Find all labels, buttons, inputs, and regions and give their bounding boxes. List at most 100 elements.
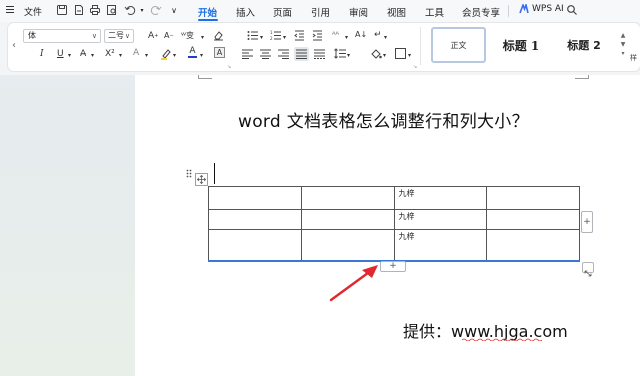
shading-icon[interactable] bbox=[370, 48, 382, 59]
justify-icon[interactable] bbox=[294, 47, 309, 61]
underline-icon[interactable]: U bbox=[57, 49, 64, 59]
superscript-dropdown-icon[interactable]: ▾ bbox=[119, 51, 122, 61]
tab-review[interactable]: 审阅 bbox=[349, 5, 368, 19]
distribute-icon[interactable] bbox=[314, 49, 325, 59]
align-left-icon[interactable] bbox=[242, 49, 253, 59]
table-cell[interactable]: 九梓 bbox=[393, 186, 488, 210]
print-icon[interactable] bbox=[89, 4, 101, 16]
redo-icon[interactable] bbox=[150, 4, 162, 16]
tab-page[interactable]: 页面 bbox=[273, 5, 292, 19]
font-dialog-launcher-icon[interactable]: ↘ bbox=[227, 62, 231, 72]
chinese-layout-icon[interactable]: ᴬᴬ bbox=[332, 30, 339, 40]
wps-ai-button[interactable]: WPS AI bbox=[519, 4, 564, 14]
chevron-down-icon: ∨ bbox=[124, 32, 130, 40]
phonetic-dropdown-icon[interactable]: ▾ bbox=[201, 33, 204, 43]
strikethrough-dropdown-icon[interactable]: ▾ bbox=[91, 51, 94, 61]
show-marks-icon[interactable]: ↵ bbox=[374, 30, 382, 40]
table-cell[interactable] bbox=[208, 209, 302, 230]
table-move-handle[interactable] bbox=[195, 173, 208, 186]
table-cell[interactable]: 九梓 bbox=[393, 209, 488, 230]
chevron-up-icon[interactable]: ▲ bbox=[621, 32, 626, 39]
border-icon[interactable] bbox=[395, 48, 406, 59]
shading-dropdown-icon[interactable]: ▾ bbox=[383, 51, 386, 61]
table-cell[interactable] bbox=[208, 186, 302, 210]
save-icon[interactable] bbox=[56, 4, 68, 16]
numbered-list-icon[interactable]: 12 bbox=[270, 30, 282, 41]
align-right-icon[interactable] bbox=[278, 49, 289, 59]
increase-font-icon[interactable]: A + bbox=[148, 31, 158, 41]
print-preview-icon[interactable] bbox=[106, 4, 118, 16]
table-cell[interactable] bbox=[486, 186, 580, 210]
table-row[interactable]: 九梓 bbox=[208, 209, 580, 230]
style-heading-1[interactable]: 标题 1 bbox=[495, 27, 547, 63]
show-marks-dropdown-icon[interactable]: ▾ bbox=[384, 33, 387, 43]
table-row[interactable]: 九梓 bbox=[208, 186, 580, 210]
table-cell[interactable] bbox=[486, 209, 580, 230]
style-pane-label[interactable]: 样 bbox=[630, 53, 637, 63]
ribbon-scroll-left-icon[interactable]: ‹ bbox=[12, 40, 16, 51]
tab-tools[interactable]: 工具 bbox=[425, 5, 444, 19]
page-margin-marker-right bbox=[575, 75, 589, 79]
search-icon[interactable] bbox=[566, 4, 578, 16]
phonetic-icon[interactable]: ᵂ变 bbox=[181, 31, 194, 41]
font-name-select[interactable]: 体 ∨ bbox=[23, 29, 101, 43]
expand-gallery-icon[interactable]: ▾ bbox=[621, 50, 624, 57]
sort-icon[interactable]: A↓ bbox=[355, 30, 367, 40]
tab-member[interactable]: 会员专享 bbox=[462, 5, 500, 19]
underline-dropdown-icon[interactable]: ▾ bbox=[68, 51, 71, 61]
italic-icon[interactable]: I bbox=[40, 49, 44, 59]
char-border-icon[interactable]: A bbox=[214, 47, 225, 58]
document-left-background bbox=[0, 75, 135, 376]
superscript-icon[interactable]: X² bbox=[105, 49, 115, 59]
numbered-list-dropdown-icon[interactable]: ▾ bbox=[283, 33, 286, 43]
table-cell[interactable] bbox=[300, 186, 395, 210]
clear-format-icon[interactable] bbox=[213, 30, 224, 41]
tab-references[interactable]: 引用 bbox=[311, 5, 330, 19]
bullet-list-icon[interactable] bbox=[247, 30, 259, 41]
text-effect-dropdown-icon[interactable]: ▾ bbox=[145, 51, 148, 61]
export-pdf-icon[interactable] bbox=[73, 4, 85, 16]
table-drag-dots-icon[interactable] bbox=[186, 169, 192, 178]
undo-dropdown-icon[interactable]: ▾ bbox=[136, 4, 148, 16]
paragraph-dialog-launcher-icon[interactable]: ↘ bbox=[413, 62, 417, 72]
strikethrough-icon[interactable]: A̶ bbox=[80, 49, 86, 59]
font-size-select[interactable]: 二号 ∨ bbox=[104, 29, 134, 43]
table-cell[interactable] bbox=[300, 229, 395, 262]
line-spacing-dropdown-icon[interactable]: ▾ bbox=[347, 51, 350, 61]
table-cell[interactable] bbox=[486, 229, 580, 262]
bullet-list-dropdown-icon[interactable]: ▾ bbox=[260, 33, 263, 43]
style-normal[interactable]: 正文 bbox=[431, 27, 486, 63]
text-effect-icon[interactable]: A bbox=[133, 48, 139, 58]
table-resize-handle[interactable] bbox=[582, 262, 594, 277]
hamburger-menu-icon[interactable] bbox=[6, 6, 14, 14]
table-row[interactable]: 九梓 bbox=[208, 229, 580, 262]
file-menu[interactable]: 文件 bbox=[24, 5, 42, 18]
tab-home[interactable]: 开始 bbox=[198, 5, 217, 19]
tab-view[interactable]: 视图 bbox=[387, 5, 406, 19]
highlight-dropdown-icon[interactable]: ▾ bbox=[173, 51, 176, 61]
style-heading-2[interactable]: 标题 2 bbox=[558, 27, 610, 63]
red-pointer-arrow bbox=[329, 265, 378, 302]
undo-icon[interactable] bbox=[124, 4, 136, 16]
font-color-icon[interactable]: A bbox=[188, 47, 197, 58]
add-row-button[interactable]: + bbox=[380, 261, 406, 272]
chevron-down-icon[interactable]: ▼ bbox=[621, 41, 626, 48]
align-center-icon[interactable] bbox=[260, 49, 271, 59]
increase-indent-icon[interactable] bbox=[312, 30, 323, 41]
table-cell[interactable] bbox=[300, 209, 395, 230]
chinese-layout-dropdown-icon[interactable]: ▾ bbox=[345, 33, 348, 43]
font-color-dropdown-icon[interactable]: ▾ bbox=[200, 51, 203, 61]
decrease-indent-icon[interactable] bbox=[294, 30, 305, 41]
tab-insert[interactable]: 插入 bbox=[236, 5, 255, 19]
document-table[interactable]: 九梓 九梓 九梓 bbox=[208, 186, 580, 262]
add-column-button[interactable]: + bbox=[581, 211, 593, 233]
line-spacing-icon[interactable] bbox=[334, 48, 346, 59]
decrease-font-icon[interactable]: A − bbox=[164, 31, 174, 41]
highlight-icon[interactable] bbox=[160, 48, 172, 60]
style-gallery-scroll[interactable]: ▲ ▼ ▾ bbox=[620, 31, 626, 67]
border-dropdown-icon[interactable]: ▾ bbox=[408, 51, 411, 61]
table-cell[interactable]: 九梓 bbox=[393, 229, 488, 262]
table-cell[interactable] bbox=[208, 229, 302, 262]
provider-label: 提供： bbox=[403, 322, 452, 341]
more-dropdown-icon[interactable]: ∨ bbox=[168, 4, 180, 16]
